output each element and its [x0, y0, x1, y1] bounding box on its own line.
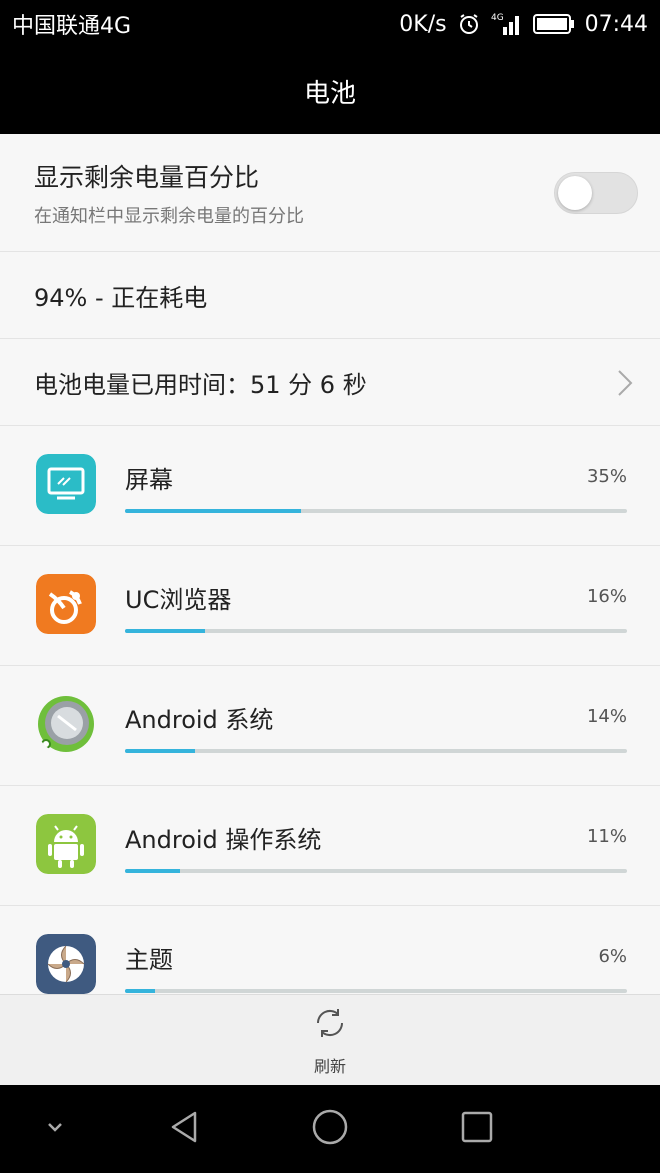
app-name: UC浏览器	[125, 586, 232, 614]
usage-bar-fill	[125, 629, 206, 633]
nav-home-button[interactable]	[290, 1085, 370, 1173]
battery-settings-list[interactable]: 显示剩余电量百分比 在通知栏中显示剩余电量的百分比 94% - 正在耗电 电池电…	[0, 134, 660, 994]
signal-type-label: 4G	[491, 13, 504, 23]
uc-browser-icon	[36, 574, 96, 634]
app-row-android-system[interactable]: Android 系统 14%	[0, 666, 660, 786]
usage-bar	[125, 749, 627, 753]
usage-bar-fill	[125, 509, 301, 513]
refresh-button[interactable]: 刷新	[0, 994, 660, 1085]
signal-icon: 4G	[491, 11, 523, 37]
usage-bar	[125, 509, 627, 513]
refresh-icon	[310, 1003, 350, 1047]
usage-bar-fill	[125, 989, 156, 993]
show-percentage-sublabel: 在通知栏中显示剩余电量的百分比	[34, 206, 304, 227]
usage-bar-fill	[125, 869, 181, 873]
usage-bar-fill	[125, 749, 196, 753]
nav-back-button[interactable]	[145, 1085, 225, 1173]
show-percentage-label: 显示剩余电量百分比	[34, 163, 260, 192]
battery-status-row: 94% - 正在耗电	[0, 252, 660, 339]
android-system-icon	[36, 694, 96, 754]
home-circle-icon	[311, 1108, 349, 1150]
toggle-knob	[558, 176, 592, 210]
app-row-theme[interactable]: 主题 6%	[0, 906, 660, 994]
nav-collapse-button[interactable]	[15, 1085, 95, 1173]
app-percent: 6%	[598, 946, 627, 967]
android-os-icon	[36, 814, 96, 874]
status-bar: 中国联通4G 0K/s 4G 07:44	[0, 0, 660, 48]
usage-time-text: 电池电量已用时间：51 分 6 秒	[34, 370, 367, 399]
carrier-label: 中国联通4G	[12, 14, 132, 39]
battery-status-text: 94% - 正在耗电	[34, 283, 208, 312]
back-triangle-icon	[167, 1109, 203, 1149]
usage-bar	[125, 989, 627, 993]
app-percent: 16%	[586, 586, 627, 607]
usage-time-row[interactable]: 电池电量已用时间：51 分 6 秒	[0, 339, 660, 426]
chevron-down-icon	[43, 1119, 67, 1139]
clock: 07:44	[584, 11, 648, 37]
usage-bar	[125, 629, 627, 633]
app-name: 屏幕	[125, 466, 173, 494]
screen-icon	[36, 454, 96, 514]
app-percent: 11%	[586, 826, 627, 847]
net-speed: 0K/s	[399, 11, 447, 37]
theme-icon	[36, 934, 96, 994]
usage-bar	[125, 869, 627, 873]
title-bar: 电池	[0, 48, 660, 134]
battery-icon	[532, 13, 575, 35]
show-percentage-row[interactable]: 显示剩余电量百分比 在通知栏中显示剩余电量的百分比	[0, 134, 660, 252]
recents-square-icon	[460, 1110, 494, 1148]
app-row-screen[interactable]: 屏幕 35%	[0, 426, 660, 546]
app-row-uc-browser[interactable]: UC浏览器 16%	[0, 546, 660, 666]
navigation-bar	[0, 1085, 660, 1173]
nav-recents-button[interactable]	[437, 1085, 517, 1173]
app-name: 主题	[125, 946, 173, 974]
alarm-icon	[457, 12, 481, 36]
page-title: 电池	[303, 78, 356, 109]
app-name: Android 系统	[125, 706, 274, 734]
refresh-label: 刷新	[313, 1057, 346, 1076]
show-percentage-toggle[interactable]	[554, 172, 638, 214]
app-row-android-os[interactable]: Android 操作系统 11%	[0, 786, 660, 906]
app-name: Android 操作系统	[125, 826, 322, 854]
app-percent: 14%	[586, 706, 627, 727]
app-percent: 35%	[586, 466, 627, 487]
chevron-right-icon	[612, 369, 636, 397]
